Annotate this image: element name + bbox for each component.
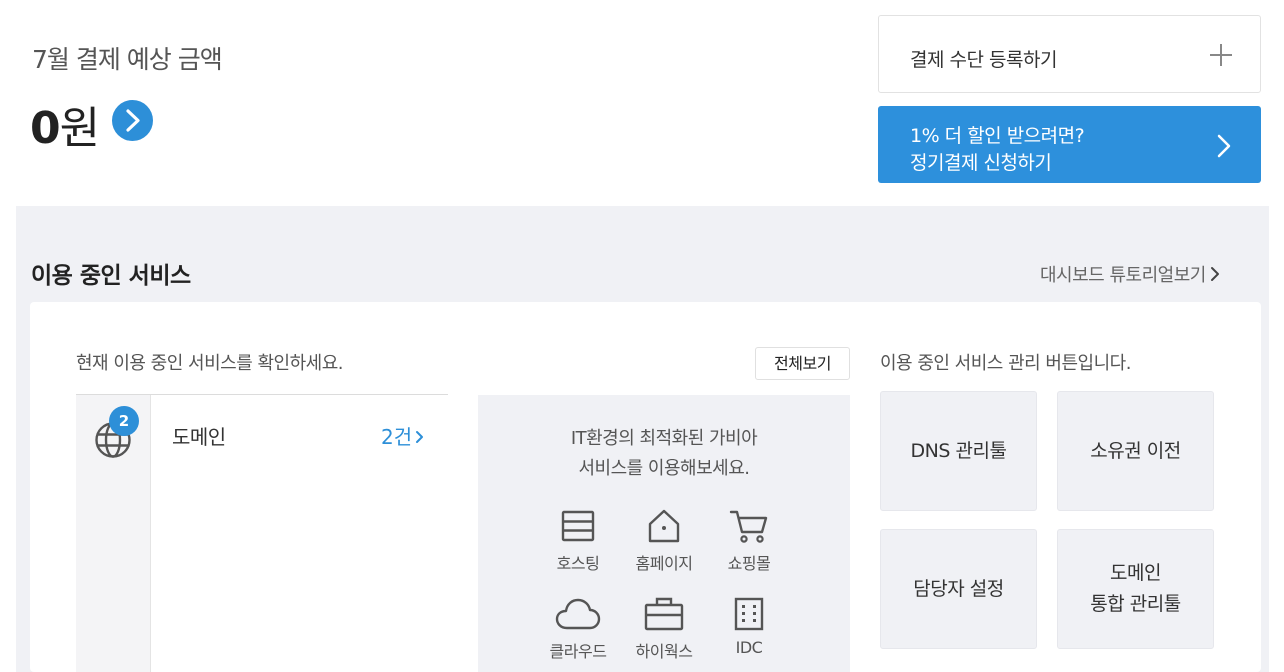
homepage-icon	[648, 509, 680, 543]
domain-integrated-management-label: 도메인 통합 관리툴	[1090, 558, 1181, 620]
discount-banner-line2: 정기결제 신청하기	[910, 152, 1052, 174]
hosting-icon	[561, 510, 595, 542]
domain-count-label: 2건	[381, 425, 413, 449]
management-description: 이용 중인 서비스 관리 버튼입니다.	[880, 353, 1131, 374]
briefcase-icon	[644, 597, 684, 631]
promo-item-idc[interactable]: IDC	[704, 596, 794, 657]
services-description: 현재 이용 중인 서비스를 확인하세요.	[76, 353, 344, 374]
ownership-transfer-label: 소유권 이전	[1090, 439, 1181, 462]
service-count-badge: 2	[109, 406, 139, 436]
promo-item-label: 호스팅	[556, 554, 600, 573]
tutorial-link-label: 대시보드 튜토리얼보기	[1040, 265, 1206, 286]
promo-item-label: 클라우드	[549, 642, 607, 661]
domain-integrated-management-button[interactable]: 도메인 통합 관리툴	[1057, 529, 1214, 649]
button-label-line2: 통합 관리툴	[1090, 593, 1181, 615]
register-payment-label: 결제 수단 등록하기	[910, 49, 1057, 71]
view-all-button[interactable]: 전체보기	[755, 347, 850, 380]
promo-line1: IT환경의 최적화된 가비아	[570, 428, 758, 449]
plus-icon	[1210, 44, 1232, 66]
promo-item-hosting[interactable]: 호스팅	[533, 508, 623, 574]
promo-line2: 서비스를 이용해보세요.	[578, 458, 750, 479]
dns-management-button[interactable]: DNS 관리툴	[880, 391, 1037, 511]
chevron-right-icon	[126, 109, 140, 132]
chevron-right-icon	[1210, 267, 1219, 281]
amount-detail-button[interactable]	[112, 100, 153, 141]
promo-item-shopping-mall[interactable]: 쇼핑몰	[704, 508, 794, 574]
amount-number: 0	[30, 103, 61, 154]
building-icon	[734, 597, 764, 631]
chevron-right-icon	[416, 431, 424, 443]
expected-amount: 0원	[30, 92, 100, 156]
amount-unit: 원	[59, 103, 100, 154]
contact-settings-button[interactable]: 담당자 설정	[880, 529, 1037, 649]
promo-item-hiworks[interactable]: 하이웍스	[619, 596, 709, 662]
promo-item-label: 쇼핑몰	[727, 554, 771, 573]
month-payment-title: 7월 결제 예상 금액	[32, 45, 223, 74]
promo-item-cloud[interactable]: 클라우드	[533, 596, 623, 662]
service-item-domain[interactable]: 도메인	[172, 421, 226, 450]
contact-settings-label: 담당자 설정	[913, 577, 1004, 600]
button-label-line1: 도메인	[1110, 562, 1161, 584]
subscription-discount-banner[interactable]: 1% 더 할인 받으려면? 정기결제 신청하기	[878, 106, 1261, 183]
ownership-transfer-button[interactable]: 소유권 이전	[1057, 391, 1214, 511]
services-section-title: 이용 중인 서비스	[31, 263, 191, 289]
discount-banner-line1: 1% 더 할인 받으려면?	[910, 125, 1085, 147]
dns-management-label: DNS 관리툴	[910, 439, 1007, 462]
promo-item-label: IDC	[735, 638, 763, 657]
cloud-icon	[555, 598, 601, 630]
chevron-right-icon	[1217, 134, 1231, 158]
dashboard-tutorial-link[interactable]: 대시보드 튜토리얼보기	[1040, 261, 1220, 287]
promo-item-label: 홈페이지	[635, 554, 693, 573]
promo-item-label: 하이웍스	[635, 642, 693, 661]
promo-item-homepage[interactable]: 홈페이지	[619, 508, 709, 574]
cart-icon	[729, 510, 768, 543]
register-payment-method-button[interactable]: 결제 수단 등록하기	[878, 15, 1261, 93]
promo-message: IT환경의 최적화된 가비아 서비스를 이용해보세요.	[478, 424, 850, 484]
domain-count-link[interactable]: 2건	[381, 421, 424, 450]
